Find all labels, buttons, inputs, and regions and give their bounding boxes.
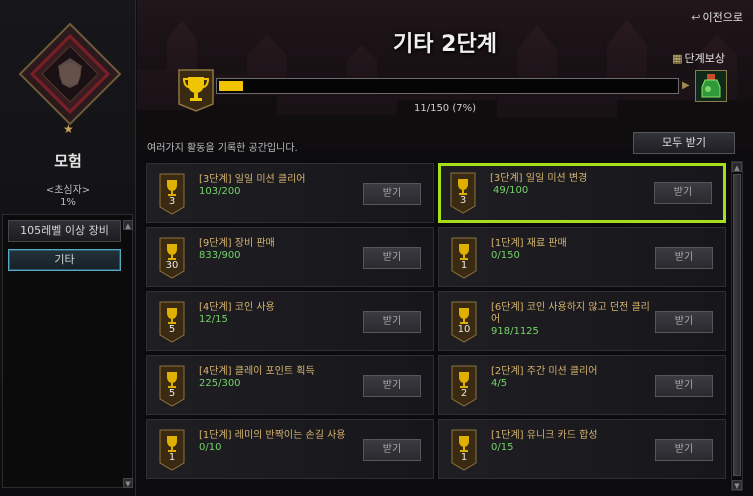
description-text: 여러가지 활동을 기록한 공간입니다.	[147, 143, 298, 154]
mission-card: 3 [3단계] 일일 미션 변경 49/100 받기	[438, 163, 726, 223]
mission-title: [4단계] 클레이 포인트 획득	[199, 366, 315, 377]
mission-grid: 3 [3단계] 일일 미션 클리어 103/200 받기 3 [3단계] 일일 미션 변경…	[146, 160, 734, 496]
mission-progress: 12/15	[199, 314, 228, 325]
claim-button[interactable]: 받기	[363, 439, 421, 461]
mission-trophy-icon: 10	[451, 301, 477, 343]
side-nav-scrollbar[interactable]: ▲ ▼	[123, 220, 133, 488]
scroll-up-icon[interactable]: ▲	[123, 220, 133, 230]
mission-card: 3 [3단계] 일일 미션 클리어 103/200 받기	[146, 163, 434, 223]
nav-item-equipment[interactable]: 105레벨 이상 장비	[8, 220, 121, 242]
mission-progress: 225/300	[199, 378, 241, 389]
castle-silhouette-icon	[137, 0, 753, 150]
mission-tier: 5	[168, 388, 176, 399]
mission-card: 2 [2단계] 주간 미션 클리어 4/5 받기	[438, 355, 726, 415]
nav-item-other[interactable]: 기타	[8, 249, 121, 271]
mission-title: [3단계] 일일 미션 클리어	[199, 174, 306, 185]
mission-title: [4단계] 코인 사용	[199, 302, 275, 313]
category-rank: <초심자>	[45, 185, 91, 196]
mission-tier: 30	[165, 260, 179, 271]
category-title: 모험	[54, 152, 82, 170]
scroll-thumb[interactable]	[733, 174, 741, 476]
mission-tier: 1	[168, 452, 176, 463]
mission-tier: 1	[460, 260, 468, 271]
mission-trophy-icon: 1	[159, 429, 185, 471]
mission-title: [1단계] 레미의 반짝이는 손길 사용	[199, 430, 346, 441]
mission-title: [9단계] 장비 판매	[199, 238, 275, 249]
mission-progress: 4/5	[491, 378, 508, 389]
claim-button[interactable]: 받기	[655, 439, 713, 461]
mission-progress: 0/150	[491, 250, 520, 261]
adventure-emblem-icon	[18, 22, 122, 126]
mission-tier: 1	[460, 452, 468, 463]
mission-tier: 5	[168, 324, 176, 335]
stage-progress-bar	[216, 78, 679, 94]
mission-title: [2단계] 주간 미션 클리어	[491, 366, 598, 377]
mission-card: 1 [1단계] 유니크 카드 합성 0/15 받기	[438, 419, 726, 479]
claim-button[interactable]: 받기	[655, 247, 713, 269]
claim-button[interactable]: 받기	[363, 311, 421, 333]
mission-trophy-icon: 3	[159, 173, 185, 215]
stage-progress-fill	[219, 81, 243, 91]
claim-button[interactable]: 받기	[654, 182, 712, 204]
mission-trophy-icon: 1	[451, 429, 477, 471]
achievement-main: 기타 2단계 ↩ 이전으로 ▦ 단계보상 ▶ 11/150 (7%) 여러가지 활동…	[137, 0, 753, 496]
claim-button[interactable]: 받기	[655, 311, 713, 333]
claim-button[interactable]: 받기	[363, 375, 421, 397]
gift-icon: ▦	[672, 52, 683, 65]
mission-trophy-icon: 30	[159, 237, 185, 279]
mission-title: [1단계] 유니크 카드 합성	[491, 430, 598, 441]
claim-all-button[interactable]: 모두 받기	[633, 132, 735, 154]
mission-tier: 10	[457, 324, 471, 335]
claim-button[interactable]: 받기	[363, 183, 421, 205]
mission-trophy-icon: 3	[450, 172, 476, 214]
mission-progress: 49/100	[493, 185, 529, 196]
mission-card: 5 [4단계] 클레이 포인트 획득 225/300 받기	[146, 355, 434, 415]
mission-title: [1단계] 재료 판매	[491, 238, 567, 249]
mission-card: 30 [9단계] 장비 판매 833/900 받기	[146, 227, 434, 287]
potion-icon	[696, 71, 726, 101]
back-arrow-icon: ↩	[691, 11, 701, 24]
mission-trophy-icon: 1	[451, 237, 477, 279]
mission-tier: 3	[168, 196, 176, 207]
mission-trophy-icon: 5	[159, 365, 185, 407]
mission-card: 1 [1단계] 재료 판매 0/150 받기	[438, 227, 726, 287]
scroll-up-icon[interactable]: ▲	[732, 162, 742, 172]
mission-progress: 918/1125	[491, 326, 539, 337]
mission-progress: 103/200	[199, 186, 241, 197]
page-title: 기타 2단계	[393, 32, 497, 57]
mission-trophy-icon: 5	[159, 301, 185, 343]
side-nav: 105레벨 이상 장비 기타	[2, 214, 133, 488]
mission-tier: 3	[459, 195, 467, 206]
stage-progress-text: 11/150 (7%)	[413, 103, 477, 114]
header-background	[137, 0, 753, 150]
mission-trophy-icon: 2	[451, 365, 477, 407]
back-button[interactable]: ↩ 이전으로	[691, 9, 743, 25]
mission-card: 5 [4단계] 코인 사용 12/15 받기	[146, 291, 434, 351]
mission-progress: 0/15	[491, 442, 514, 453]
mission-title: [6단계] 코인 사용하지 않고 던전 클리어	[491, 302, 650, 325]
stage-reward-item[interactable]	[695, 70, 727, 102]
rank-star-icon: ★	[63, 122, 74, 136]
mission-card: 10 [6단계] 코인 사용하지 않고 던전 클리어 918/1125 받기	[438, 291, 726, 351]
stage-reward-label: ▦ 단계보상	[672, 52, 725, 65]
mission-tier: 2	[460, 388, 468, 399]
progress-arrow-icon: ▶	[682, 80, 690, 91]
mission-scrollbar[interactable]: ▲ ▼	[731, 161, 743, 491]
category-panel: ★ 모험 <초심자> 1% 105레벨 이상 장비 기타 ▲ ▼	[0, 0, 136, 496]
mission-card: 1 [1단계] 레미의 반짝이는 손길 사용 0/10 받기	[146, 419, 434, 479]
category-percent: 1%	[60, 197, 76, 208]
mission-title: [3단계] 일일 미션 변경	[490, 173, 588, 184]
claim-button[interactable]: 받기	[655, 375, 713, 397]
claim-button[interactable]: 받기	[363, 247, 421, 269]
scroll-down-icon[interactable]: ▼	[123, 478, 133, 488]
mission-progress: 0/10	[199, 442, 222, 453]
mission-progress: 833/900	[199, 250, 241, 261]
scroll-down-icon[interactable]: ▼	[732, 480, 742, 490]
